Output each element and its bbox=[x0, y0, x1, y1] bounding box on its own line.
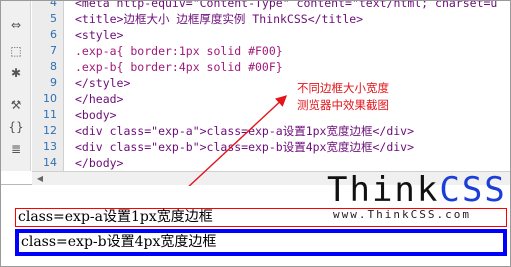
line-number: 9 bbox=[50, 76, 57, 89]
line-number: 7 bbox=[50, 44, 57, 57]
code-line: </head> bbox=[75, 92, 124, 106]
code-editor[interactable]: ⇔ ⬚ ✱ ⚒ {} ≣ 4 5 6 7 8 9 10 11 12 13 14 … bbox=[1, 1, 510, 185]
line-number: 6 bbox=[50, 28, 57, 41]
line-number-gutter: 4 5 6 7 8 9 10 11 12 13 14 bbox=[32, 1, 64, 171]
list-icon[interactable]: ≣ bbox=[8, 141, 24, 157]
select-icon[interactable]: ⬚ bbox=[8, 43, 24, 59]
line-number: 11 bbox=[43, 108, 57, 121]
annotation-line-1: 不同边框大小宽度 bbox=[297, 81, 389, 95]
code-line: </style> bbox=[75, 76, 131, 90]
editor-toolbar: ⇔ ⬚ ✱ ⚒ {} ≣ bbox=[1, 1, 31, 171]
code-line: <body> bbox=[75, 108, 117, 122]
braces-icon[interactable]: {} bbox=[8, 119, 24, 135]
code-line: <style> bbox=[75, 28, 124, 42]
code-line: </body> bbox=[75, 156, 124, 170]
split-icon[interactable]: ⇔ bbox=[8, 17, 24, 33]
wrench-icon[interactable]: ⚒ bbox=[8, 97, 24, 113]
screenshot-frame: ⇔ ⬚ ✱ ⚒ {} ≣ 4 5 6 7 8 9 10 11 12 13 14 … bbox=[0, 0, 511, 267]
code-line: <div class="exp-b">class=exp-b设置4px宽度边框<… bbox=[75, 140, 415, 154]
line-number: 10 bbox=[43, 92, 57, 105]
scroll-left-icon[interactable]: ◀ bbox=[34, 173, 46, 184]
line-number: 4 bbox=[50, 0, 57, 9]
exp-a-box: class=exp-a设置1px宽度边框 bbox=[15, 208, 507, 227]
annotation-note: 不同边框大小宽度 测览器中效果截图 bbox=[283, 80, 403, 114]
code-line: <meta http-equiv="Content-Type" content=… bbox=[75, 1, 498, 10]
exp-b-box: class=exp-b设置4px宽度边框 bbox=[15, 229, 507, 256]
browser-preview: ThinkCSS www.ThinkCSS.com class=exp-a设置1… bbox=[1, 170, 510, 266]
logo-think-text: Think bbox=[327, 170, 440, 210]
gear-icon[interactable]: ✱ bbox=[8, 65, 24, 81]
line-number: 13 bbox=[43, 140, 57, 153]
annotation-line-2: 测览器中效果截图 bbox=[297, 98, 389, 112]
line-number: 14 bbox=[43, 156, 57, 169]
line-number: 12 bbox=[43, 124, 57, 137]
logo-css-text: CSS bbox=[439, 170, 507, 210]
code-line: .exp-b{ border:4px solid #00F} bbox=[75, 60, 283, 74]
code-line: .exp-a{ border:1px solid #F00} bbox=[75, 44, 283, 58]
code-line: <div class="exp-a">class=exp-a设置1px宽度边框<… bbox=[75, 124, 415, 138]
line-number: 5 bbox=[50, 12, 57, 25]
code-line: <title>边框大小 边框厚度实例 ThinkCSS</title> bbox=[75, 12, 364, 26]
line-number: 8 bbox=[50, 60, 57, 73]
